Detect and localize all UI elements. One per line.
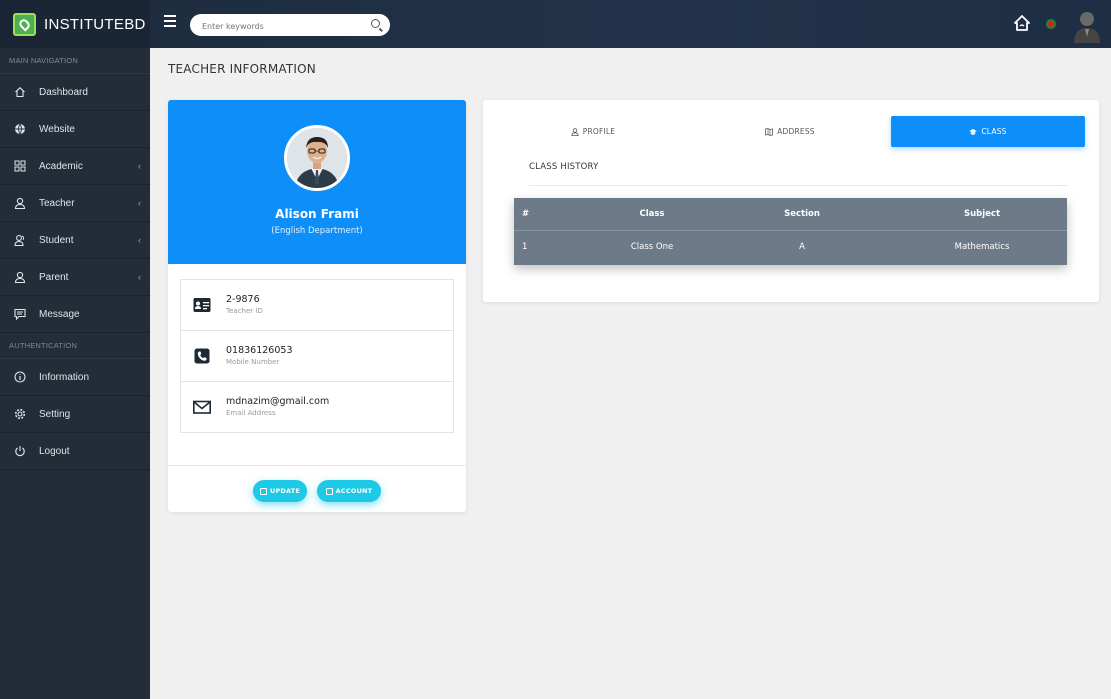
account-button[interactable]: ACCOUNT <box>317 480 381 502</box>
class-history-table: # Class Section Subject 1 Class One A Ma… <box>514 198 1067 265</box>
id-card-icon <box>193 297 211 313</box>
graduation-cap-icon <box>969 128 978 136</box>
table-row: 1 Class One A Mathematics <box>514 231 1067 264</box>
teacher-id-label: Teacher ID <box>226 307 263 315</box>
sidebar-item-academic[interactable]: Academic ‹ <box>0 148 150 185</box>
sidebar: MAIN NAVIGATION Dashboard Website Academ… <box>0 48 150 699</box>
table-cell: Class One <box>630 242 674 252</box>
sidebar-item-student[interactable]: Student ‹ <box>0 222 150 259</box>
sidebar-item-message[interactable]: Message <box>0 296 150 333</box>
tab-class[interactable]: CLASS <box>891 116 1085 147</box>
sidebar-item-logout[interactable]: Logout <box>0 433 150 470</box>
tab-address[interactable]: ADDRESS <box>693 116 887 147</box>
profile-header: Alison Frami (English Department) <box>168 100 466 264</box>
top-header: INSTITUTEBD <box>0 0 1111 48</box>
user-icon <box>14 271 26 283</box>
mobile-row: 01836126053 Mobile Number <box>181 331 453 382</box>
sidebar-item-label: Information <box>39 371 90 383</box>
globe-icon <box>14 123 26 135</box>
mobile-value: 01836126053 <box>226 345 293 356</box>
table-cell: Mathematics <box>954 242 1010 252</box>
chevron-left-icon: ‹ <box>138 272 141 282</box>
teacher-name: Alison Frami <box>275 207 359 221</box>
edit-icon <box>259 487 267 495</box>
envelope-icon <box>193 399 211 415</box>
search-box <box>190 14 390 38</box>
info-icon <box>14 371 26 383</box>
account-button-label: ACCOUNT <box>335 487 373 495</box>
brand-name: INSTITUTEBD <box>44 15 146 33</box>
flag-icon[interactable] <box>1048 21 1054 27</box>
contact-info-list: 2-9876 Teacher ID 01836126053 Mobile Num… <box>180 279 454 433</box>
sidebar-item-label: Student <box>39 234 74 246</box>
grid-icon <box>14 160 26 172</box>
table-cell: 1 <box>522 242 528 252</box>
email-label: Email Address <box>226 409 276 417</box>
profile-card-footer: UPDATE ACCOUNT <box>168 465 466 512</box>
profile-card: Alison Frami (English Department) 2-9876… <box>168 100 466 512</box>
email-value: mdnazim@gmail.com <box>226 396 330 407</box>
menu-toggle-icon[interactable] <box>164 15 176 29</box>
tab-label: ADDRESS <box>777 127 815 136</box>
gear-icon <box>14 408 26 420</box>
sidebar-item-information[interactable]: Information <box>0 359 150 396</box>
sidebar-item-label: Teacher <box>39 197 75 209</box>
update-button[interactable]: UPDATE <box>253 480 307 502</box>
chevron-left-icon: ‹ <box>138 235 141 245</box>
update-button-label: UPDATE <box>269 487 301 495</box>
user-icon <box>14 197 26 209</box>
sidebar-item-website[interactable]: Website <box>0 111 150 148</box>
sidebar-item-parent[interactable]: Parent ‹ <box>0 259 150 296</box>
profile-photo <box>284 125 350 191</box>
message-icon <box>14 308 26 320</box>
class-history-title: CLASS HISTORY <box>529 162 599 172</box>
tab-label: CLASS <box>981 127 1007 136</box>
brand[interactable]: INSTITUTEBD <box>0 0 150 48</box>
users-icon <box>14 234 26 246</box>
column-header: Section <box>784 209 820 219</box>
sidebar-item-teacher[interactable]: Teacher ‹ <box>0 185 150 222</box>
edit-icon <box>325 487 333 495</box>
divider <box>529 185 1068 186</box>
home-icon <box>14 86 26 98</box>
sidebar-item-label: Website <box>39 123 75 135</box>
sidebar-item-label: Setting <box>39 408 71 420</box>
brand-logo-icon <box>13 12 36 36</box>
teacher-id-value: 2-9876 <box>226 294 260 305</box>
tab-profile[interactable]: PROFILE <box>496 116 690 147</box>
chevron-left-icon: ‹ <box>138 198 141 208</box>
details-card: PROFILE ADDRESS CLASS CLASS HISTORY # Cl… <box>483 100 1099 302</box>
chevron-left-icon: ‹ <box>138 161 141 171</box>
search-input[interactable] <box>190 15 350 38</box>
search-icon[interactable] <box>371 19 380 28</box>
mobile-label: Mobile Number <box>226 358 280 366</box>
nav-section-main: MAIN NAVIGATION <box>0 48 150 74</box>
sidebar-item-setting[interactable]: Setting <box>0 396 150 433</box>
teacher-department: (English Department) <box>271 226 363 236</box>
sidebar-item-label: Parent <box>39 271 69 283</box>
sidebar-item-label: Academic <box>39 160 83 172</box>
nav-section-authentication: AUTHENTICATION <box>0 333 150 359</box>
tab-label: PROFILE <box>582 127 616 136</box>
column-header: # <box>522 209 530 219</box>
table-cell: A <box>799 242 805 252</box>
sidebar-item-label: Dashboard <box>39 86 88 98</box>
email-row: mdnazim@gmail.com Email Address <box>181 382 453 433</box>
map-icon <box>765 127 774 136</box>
page-title: TEACHER INFORMATION <box>168 62 316 76</box>
table-header-row: # Class Section Subject <box>514 198 1067 231</box>
sidebar-item-dashboard[interactable]: Dashboard <box>0 74 150 111</box>
phone-icon <box>193 348 211 364</box>
teacher-id-row: 2-9876 Teacher ID <box>181 280 453 331</box>
column-header: Subject <box>963 209 1001 219</box>
user-icon <box>571 127 579 136</box>
home-icon[interactable] <box>1012 13 1032 33</box>
sidebar-item-label: Logout <box>39 445 70 457</box>
sidebar-item-label: Message <box>39 308 80 320</box>
user-avatar[interactable] <box>1072 9 1102 43</box>
power-icon <box>14 445 26 457</box>
column-header: Class <box>639 209 665 219</box>
